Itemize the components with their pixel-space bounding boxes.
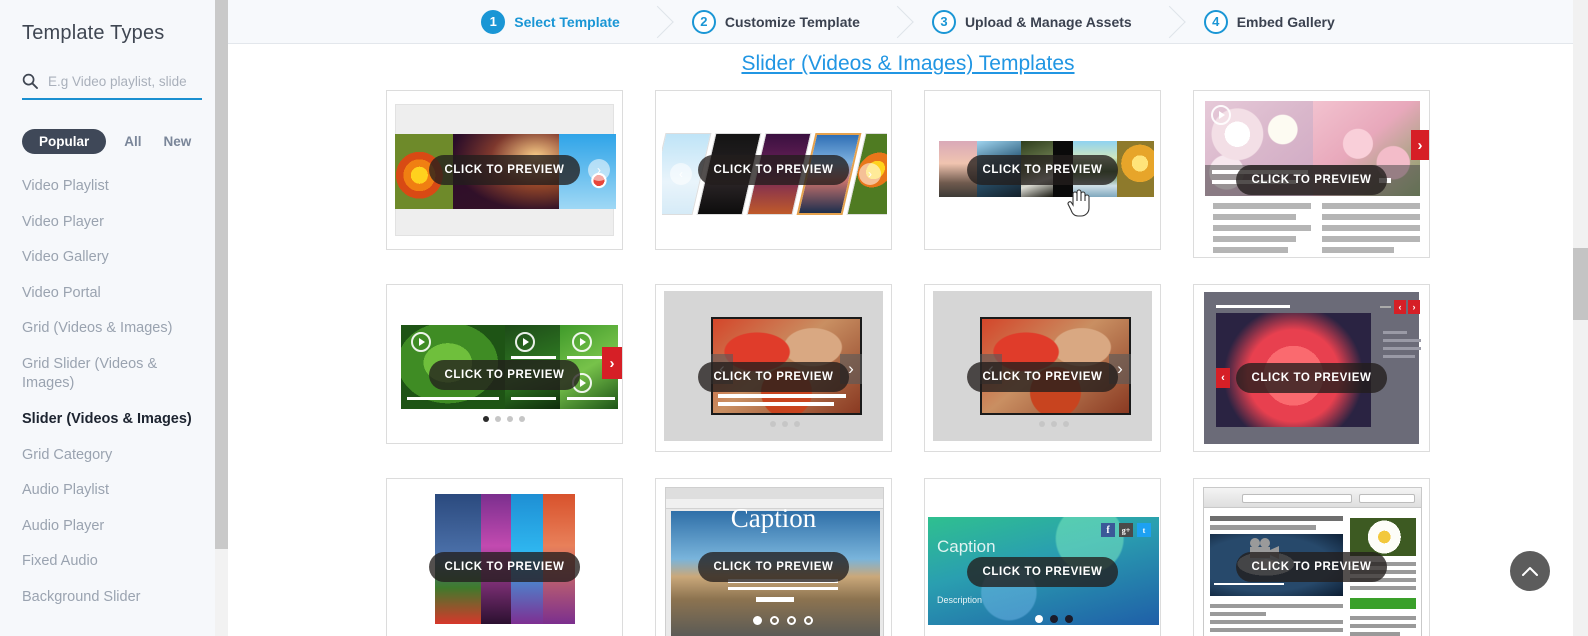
- step-3-number: 3: [931, 9, 956, 34]
- play-icon: [411, 332, 431, 352]
- filter-group: Popular All New: [22, 128, 206, 155]
- pagination-dots[interactable]: [1039, 421, 1069, 427]
- sidebar-item-audio-player[interactable]: Audio Player: [22, 509, 206, 545]
- preview-label: CLICK TO PREVIEW: [697, 552, 850, 582]
- template-card-5[interactable]: › CLICK TO PREVIEW: [386, 284, 623, 444]
- wizard-steps: 1 Select Template 2 Customize Template 3…: [228, 0, 1588, 44]
- template-card-1[interactable]: › CLICK TO PREVIEW: [386, 90, 623, 250]
- preview-label: CLICK TO PREVIEW: [697, 155, 850, 185]
- next-arrow-icon: ›: [859, 163, 881, 185]
- sidebar-item-grid[interactable]: Grid (Videos & Images): [22, 311, 206, 347]
- preview-label: CLICK TO PREVIEW: [966, 155, 1119, 185]
- pagination-dots[interactable]: [753, 616, 813, 625]
- preview-label: CLICK TO PREVIEW: [1235, 552, 1388, 582]
- template-card-4[interactable]: › CLICK TO PREVIEW: [1193, 90, 1430, 258]
- sidebar-title: Template Types: [22, 22, 165, 44]
- hand-cursor-icon: [1067, 189, 1090, 217]
- sidebar: Template Types Popular All New Video Pla…: [0, 0, 228, 636]
- step-3-label: Upload & Manage Assets: [964, 13, 1132, 30]
- step-4-number: 4: [1203, 9, 1228, 34]
- preview-label: CLICK TO PREVIEW: [1235, 165, 1388, 195]
- template-card-12[interactable]: CLICK TO PREVIEW: [1193, 478, 1430, 636]
- template-card-7[interactable]: ‹ › CLICK TO PREVIEW: [924, 284, 1161, 452]
- google-plus-icon: g+: [1119, 523, 1133, 537]
- sidebar-item-fixed-audio[interactable]: Fixed Audio: [22, 544, 206, 580]
- prev-arrow-icon: ‹: [670, 163, 692, 185]
- step-2-number: 2: [691, 9, 716, 34]
- pagination-dots[interactable]: [1035, 615, 1073, 623]
- sidebar-item-background-slider[interactable]: Background Slider: [22, 580, 206, 616]
- template-card-3[interactable]: CLICK TO PREVIEW: [924, 90, 1161, 250]
- sidebar-scrollbar-thumb[interactable]: [215, 0, 228, 549]
- preview-label: CLICK TO PREVIEW: [966, 557, 1119, 587]
- page-title-wrap: Slider (Videos & Images) Templates: [228, 44, 1588, 90]
- filter-popular[interactable]: Popular: [22, 128, 107, 155]
- page-title[interactable]: Slider (Videos & Images) Templates: [741, 52, 1074, 75]
- wizard-step-3[interactable]: 3 Upload & Manage Assets: [896, 9, 1168, 34]
- description-text: Description: [937, 595, 983, 605]
- play-icon: [515, 332, 535, 352]
- filter-new[interactable]: New: [160, 128, 196, 155]
- caption-text: Caption: [730, 503, 817, 533]
- template-card-11[interactable]: Caption Description f g+ t CLICK TO PREV…: [924, 478, 1161, 636]
- search-input[interactable]: [48, 73, 202, 89]
- step-4-label: Embed Gallery: [1236, 13, 1335, 30]
- preview-label: CLICK TO PREVIEW: [697, 362, 850, 392]
- pagination-dots[interactable]: [770, 421, 800, 427]
- step-2-label: Customize Template: [724, 13, 860, 30]
- sidebar-item-grid-category[interactable]: Grid Category: [22, 438, 206, 474]
- template-card-2[interactable]: ‹ › CLICK TO PREVIEW: [655, 90, 892, 250]
- sidebar-item-video-gallery[interactable]: Video Gallery: [22, 240, 206, 276]
- search-icon: [22, 73, 38, 89]
- wizard-step-2[interactable]: 2 Customize Template: [656, 9, 896, 34]
- next-arrow-icon: ›: [1411, 130, 1429, 160]
- twitter-icon: t: [1137, 523, 1151, 537]
- template-card-9[interactable]: CLICK TO PREVIEW: [386, 478, 623, 636]
- template-type-list: Video Playlist Video Player Video Galler…: [22, 169, 206, 615]
- filter-all[interactable]: All: [120, 128, 145, 155]
- facebook-icon: f: [1101, 523, 1115, 537]
- chevron-up-icon: [1522, 567, 1538, 576]
- preview-label: CLICK TO PREVIEW: [428, 552, 581, 582]
- preview-label: CLICK TO PREVIEW: [966, 362, 1119, 392]
- next-arrow-icon: ›: [602, 347, 622, 379]
- wizard-step-4[interactable]: 4 Embed Gallery: [1168, 9, 1371, 34]
- prev-arrow-icon: ‹: [1394, 300, 1406, 314]
- play-icon: [572, 332, 592, 352]
- template-grid: › CLICK TO PREVIEW ‹ › CLICK TO PREVIEW …: [228, 90, 1588, 636]
- template-card-8[interactable]: ‹ › ‹ CLICK TO PREVIEW: [1193, 284, 1430, 452]
- preview-label: CLICK TO PREVIEW: [428, 360, 581, 390]
- search-box[interactable]: [22, 73, 202, 100]
- next-arrow-icon: ›: [1408, 300, 1420, 314]
- scroll-to-top-button[interactable]: [1510, 551, 1550, 591]
- sidebar-item-video-portal[interactable]: Video Portal: [22, 276, 206, 312]
- sidebar-item-video-player[interactable]: Video Player: [22, 205, 206, 241]
- app-root: Template Types Popular All New Video Pla…: [0, 0, 1588, 636]
- template-card-10[interactable]: Caption CLICK TO PREVIEW: [655, 478, 892, 636]
- next-arrow-icon: ›: [588, 159, 610, 181]
- play-icon: [1211, 105, 1231, 125]
- step-1-number: 1: [481, 9, 506, 34]
- main-scrollbar-thumb[interactable]: [1573, 248, 1588, 320]
- prev-arrow-icon: ‹: [1216, 368, 1230, 388]
- sidebar-item-audio-playlist[interactable]: Audio Playlist: [22, 473, 206, 509]
- wizard-step-1[interactable]: 1 Select Template: [445, 9, 656, 34]
- preview-label: CLICK TO PREVIEW: [428, 155, 581, 185]
- main-content: 1 Select Template 2 Customize Template 3…: [228, 0, 1588, 636]
- caption-text: Caption: [937, 537, 996, 556]
- sidebar-item-video-playlist[interactable]: Video Playlist: [22, 169, 206, 205]
- step-1-label: Select Template: [514, 13, 620, 30]
- pagination-dots[interactable]: [483, 416, 525, 422]
- preview-label: CLICK TO PREVIEW: [1235, 363, 1388, 393]
- sidebar-item-grid-slider[interactable]: Grid Slider (Videos & Images): [22, 347, 206, 402]
- template-card-6[interactable]: ‹ › CLICK TO PREVIEW: [655, 284, 892, 452]
- sidebar-item-slider[interactable]: Slider (Videos & Images): [22, 402, 206, 438]
